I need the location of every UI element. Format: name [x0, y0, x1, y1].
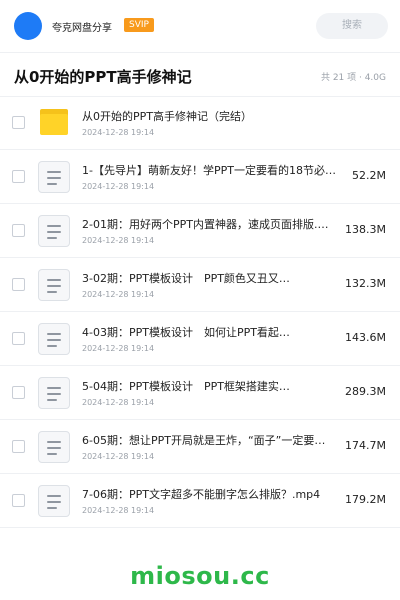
file-icon: [38, 485, 70, 517]
item-date: 2024-12-28 19:14: [82, 452, 155, 461]
search-input[interactable]: 搜索: [316, 13, 388, 39]
item-name: 5-04期：PPT模板设计 PPT框架搭建实…: [82, 380, 290, 393]
file-icon: [38, 161, 70, 193]
list-item[interactable]: 4-03期：PPT模板设计 如何让PPT看起… 2024-12-28 19:14…: [0, 312, 400, 366]
item-date: 2024-12-28 19:14: [82, 506, 155, 515]
item-date: 2024-12-28 19:14: [82, 344, 155, 353]
item-date: 2024-12-28 19:14: [82, 182, 155, 191]
watermark: miosou.cc: [130, 562, 270, 590]
list-item[interactable]: 6-05期：想让PPT开局就是王炸，“面子”一定要… 2024-12-28 19…: [0, 420, 400, 474]
item-size: 132.3M: [345, 277, 386, 290]
page-title: 从0开始的PPT高手修神记: [14, 68, 192, 86]
row-checkbox[interactable]: [12, 224, 25, 237]
item-date: 2024-12-28 19:14: [82, 128, 155, 137]
item-name: 6-05期：想让PPT开局就是王炸，“面子”一定要…: [82, 434, 326, 447]
list-item[interactable]: 从0开始的PPT高手修神记（完结） 2024-12-28 19:14: [0, 96, 400, 150]
file-icon: [38, 323, 70, 355]
file-icon: [38, 377, 70, 409]
item-size: 174.7M: [345, 439, 386, 452]
row-checkbox[interactable]: [12, 170, 25, 183]
share-owner-name: 夸克网盘分享: [52, 23, 112, 34]
file-icon: [38, 431, 70, 463]
item-name: 4-03期：PPT模板设计 如何让PPT看起…: [82, 326, 290, 339]
item-date: 2024-12-28 19:14: [82, 290, 155, 299]
svip-badge: SVIP: [124, 18, 154, 32]
item-date: 2024-12-28 19:14: [82, 236, 155, 245]
list-item[interactable]: 2-01期：用好两个PPT内置神器，速成页面排版.… 2024-12-28 19…: [0, 204, 400, 258]
file-icon: [38, 269, 70, 301]
folder-title-row: 从0开始的PPT高手修神记 共 21 项 · 4.0G: [0, 52, 400, 98]
row-checkbox[interactable]: [12, 116, 25, 129]
row-checkbox[interactable]: [12, 278, 25, 291]
avatar[interactable]: [14, 12, 42, 40]
item-size: 143.6M: [345, 331, 386, 344]
item-name: 2-01期：用好两个PPT内置神器，速成页面排版.…: [82, 218, 329, 231]
list-item[interactable]: 1-【先导片】萌新友好！学PPT一定要看的18节必… 2024-12-28 19…: [0, 150, 400, 204]
item-name: 1-【先导片】萌新友好！学PPT一定要看的18节必…: [82, 164, 336, 177]
item-name: 从0开始的PPT高手修神记（完结）: [82, 110, 252, 123]
item-size: 52.2M: [352, 169, 386, 182]
item-name: 3-02期：PPT模板设计 PPT颜色又丑又…: [82, 272, 290, 285]
folder-icon: [38, 107, 70, 139]
file-icon: [38, 215, 70, 247]
list-item[interactable]: 7-06期：PPT文字超多不能删字怎么排版？.mp4 2024-12-28 19…: [0, 474, 400, 528]
row-checkbox[interactable]: [12, 440, 25, 453]
item-count-size: 共 21 项 · 4.0G: [320, 73, 386, 83]
row-checkbox[interactable]: [12, 332, 25, 345]
item-size: 138.3M: [345, 223, 386, 236]
item-date: 2024-12-28 19:14: [82, 398, 155, 407]
item-size: 289.3M: [345, 385, 386, 398]
row-checkbox[interactable]: [12, 494, 25, 507]
row-checkbox[interactable]: [12, 386, 25, 399]
item-name: 7-06期：PPT文字超多不能删字怎么排版？.mp4: [82, 488, 321, 501]
item-size: 179.2M: [345, 493, 386, 506]
file-list: 从0开始的PPT高手修神记（完结） 2024-12-28 19:14 1-【先导…: [0, 96, 400, 528]
list-item[interactable]: 3-02期：PPT模板设计 PPT颜色又丑又… 2024-12-28 19:14…: [0, 258, 400, 312]
top-bar: 夸克网盘分享 SVIP 搜索: [0, 0, 400, 52]
list-item[interactable]: 5-04期：PPT模板设计 PPT框架搭建实… 2024-12-28 19:14…: [0, 366, 400, 420]
